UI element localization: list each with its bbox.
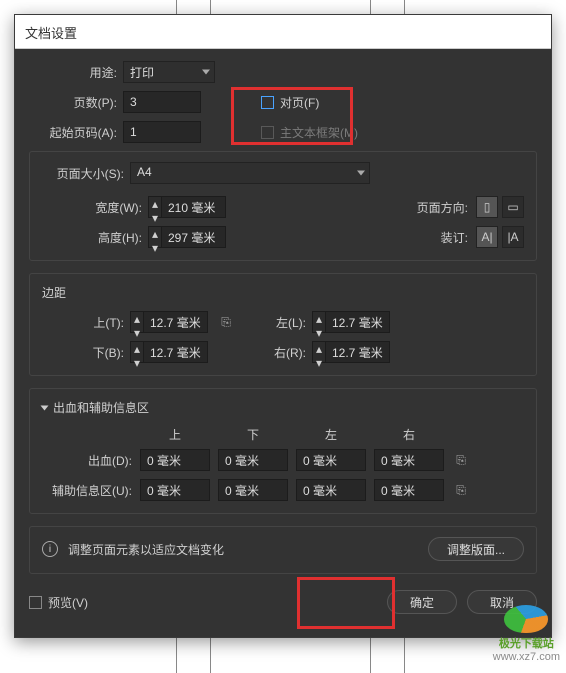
height-label: 高度(H): [42, 229, 142, 246]
slug-bottom-input[interactable]: 0 毫米 [218, 479, 288, 501]
document-setup-dialog: 文档设置 用途: 打印 页数(P): 3 对页(F) 起始页码(A): 1 [14, 14, 552, 638]
layout-adjust-section: i 调整页面元素以适应文档变化 调整版面... [29, 526, 537, 574]
up-icon[interactable]: ▴ [149, 227, 161, 241]
bleed-right-input[interactable]: 0 毫米 [374, 449, 444, 471]
info-icon: i [42, 541, 58, 557]
page-size-value: A4 [137, 165, 152, 179]
preview-checkbox[interactable] [29, 596, 42, 609]
intent-label: 用途: [29, 64, 117, 81]
bleed-top-input[interactable]: 0 毫米 [140, 449, 210, 471]
start-page-input[interactable]: 1 [123, 121, 201, 143]
margin-right-label: 右(R): [244, 344, 306, 361]
height-value: 297 毫米 [168, 229, 215, 246]
binding-right-icon[interactable]: |A [502, 226, 524, 248]
col-top: 上 [140, 426, 210, 443]
margin-left-label: 左(L): [244, 314, 306, 331]
down-icon[interactable]: ▾ [149, 211, 161, 225]
orientation-portrait-icon[interactable]: ▯ [476, 196, 498, 218]
col-left: 左 [296, 426, 366, 443]
width-label: 宽度(W): [42, 199, 142, 216]
width-value: 210 毫米 [168, 199, 215, 216]
chevron-down-icon [357, 171, 365, 176]
margin-right-value: 12.7 毫米 [332, 344, 383, 361]
intent-value: 打印 [130, 66, 154, 80]
margin-bottom-label: 下(B): [42, 344, 124, 361]
down-icon[interactable]: ▾ [149, 241, 161, 255]
start-page-label: 起始页码(A): [29, 124, 117, 141]
height-spinner[interactable]: ▴▾ 297 毫米 [148, 226, 226, 248]
pages-input[interactable]: 3 [123, 91, 201, 113]
start-page-value: 1 [130, 125, 137, 139]
bleed-title-row[interactable]: 出血和辅助信息区 [42, 399, 524, 416]
bleed-left-input[interactable]: 0 毫米 [296, 449, 366, 471]
pages-label: 页数(P): [29, 94, 117, 111]
margin-bottom-value: 12.7 毫米 [150, 344, 201, 361]
chevron-down-icon [41, 405, 49, 410]
link-margins-icon[interactable]: ⎘ [208, 315, 244, 330]
pages-value: 3 [130, 95, 137, 109]
margin-top-label: 上(T): [42, 314, 124, 331]
link-slug-icon[interactable]: ⎘ [452, 483, 470, 498]
width-spinner[interactable]: ▴▾ 210 毫米 [148, 196, 226, 218]
margin-left-spinner[interactable]: ▴▾ 12.7 毫米 [312, 311, 390, 333]
orientation-landscape-icon[interactable]: ▭ [502, 196, 524, 218]
bleed-section: 出血和辅助信息区 上 下 左 右 出血(D): 0 毫米 0 毫米 0 毫米 0… [29, 388, 537, 514]
watermark-url: www.xz7.com [493, 651, 560, 663]
dialog-title: 文档设置 [15, 15, 551, 49]
margin-top-spinner[interactable]: ▴▾ 12.7 毫米 [130, 311, 208, 333]
bleed-title: 出血和辅助信息区 [53, 399, 149, 416]
ok-button[interactable]: 确定 [387, 590, 457, 614]
margin-right-spinner[interactable]: ▴▾ 12.7 毫米 [312, 341, 390, 363]
page-size-select[interactable]: A4 [130, 162, 370, 184]
preview-label: 预览(V) [48, 594, 88, 611]
watermark-name: 极光下载站 [493, 635, 560, 651]
margins-section: 边距 上(T): ▴▾ 12.7 毫米 ⎘ 左(L): ▴▾ 12.7 毫米 下… [29, 273, 537, 376]
highlight-box-facing [231, 87, 353, 145]
chevron-down-icon [202, 70, 210, 75]
layout-adjust-text: 调整页面元素以适应文档变化 [68, 541, 418, 558]
page-size-label: 页面大小(S): [42, 165, 124, 182]
bleed-label: 出血(D): [42, 452, 132, 469]
binding-label: 装订: [441, 229, 468, 246]
bleed-bottom-input[interactable]: 0 毫米 [218, 449, 288, 471]
col-bottom: 下 [218, 426, 288, 443]
slug-label: 辅助信息区(U): [42, 482, 132, 499]
watermark-logo-icon [504, 605, 548, 633]
slug-right-input[interactable]: 0 毫米 [374, 479, 444, 501]
highlight-box-ok [297, 577, 395, 629]
page-size-section: 页面大小(S): A4 宽度(W): ▴▾ 210 毫米 页面方向: ▯ ▭ [29, 151, 537, 261]
watermark: 极光下载站 www.xz7.com [493, 605, 560, 663]
intent-select[interactable]: 打印 [123, 61, 215, 83]
slug-left-input[interactable]: 0 毫米 [296, 479, 366, 501]
up-icon[interactable]: ▴ [149, 197, 161, 211]
binding-left-icon[interactable]: A| [476, 226, 498, 248]
col-right: 右 [374, 426, 444, 443]
adjust-layout-button[interactable]: 调整版面... [428, 537, 524, 561]
margin-top-value: 12.7 毫米 [150, 314, 201, 331]
margin-bottom-spinner[interactable]: ▴▾ 12.7 毫米 [130, 341, 208, 363]
orientation-label: 页面方向: [417, 199, 468, 216]
margin-left-value: 12.7 毫米 [332, 314, 383, 331]
link-bleed-icon[interactable]: ⎘ [452, 453, 470, 468]
margins-title: 边距 [42, 284, 524, 301]
slug-top-input[interactable]: 0 毫米 [140, 479, 210, 501]
